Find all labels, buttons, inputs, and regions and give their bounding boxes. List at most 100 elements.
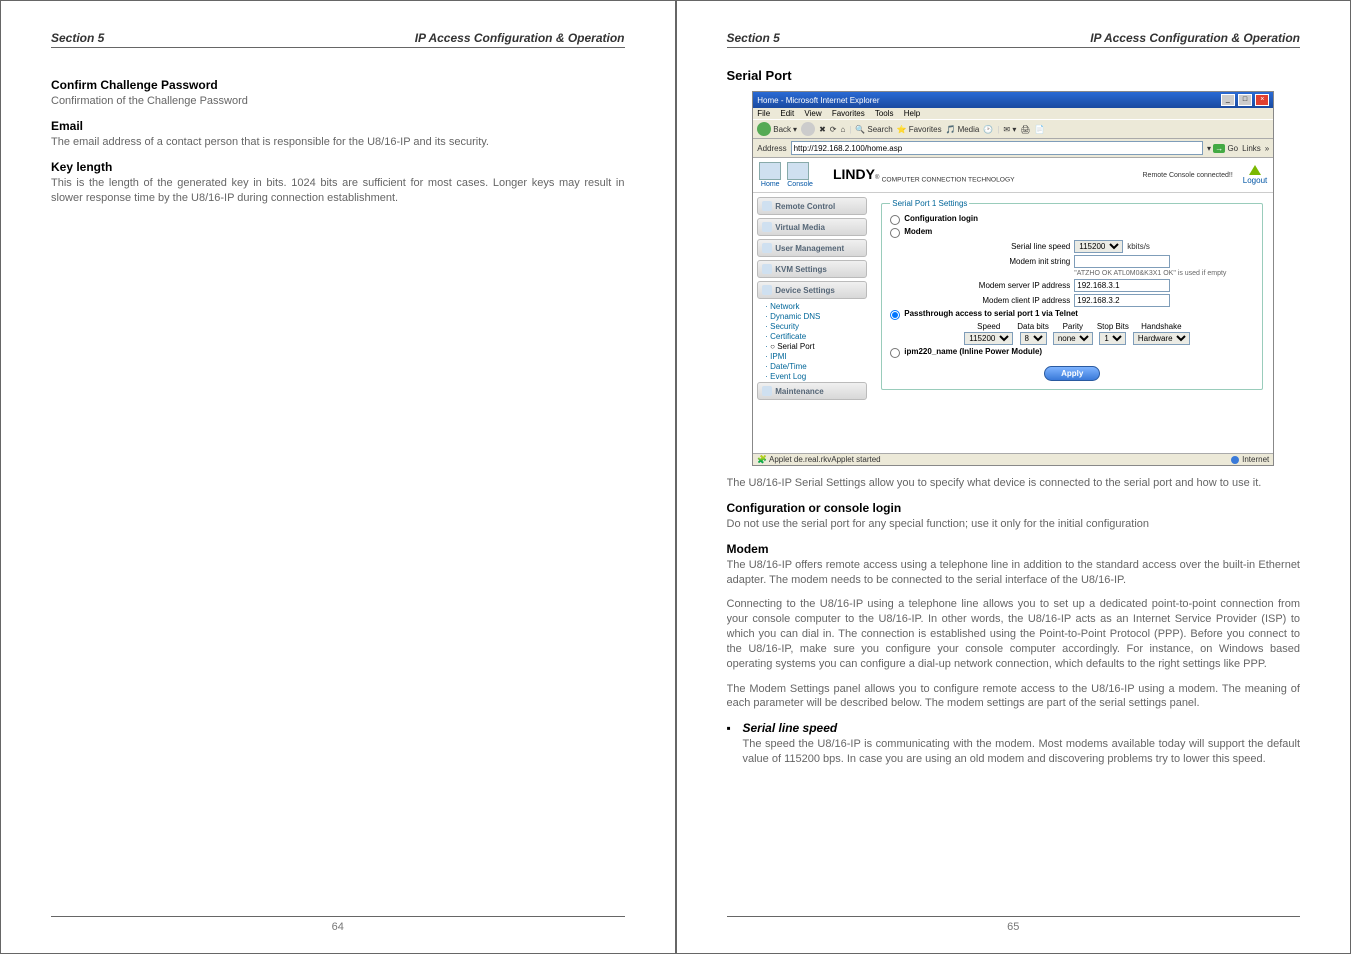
nav-date-time[interactable]: Date/Time [757, 362, 867, 371]
menu-view[interactable]: View [804, 109, 821, 118]
window-title: Home - Microsoft Internet Explorer [757, 96, 879, 105]
nav-event-log[interactable]: Event Log [757, 372, 867, 381]
header-section: Section 5 [51, 31, 104, 45]
section-title: Serial Port [727, 68, 1301, 83]
mail-button[interactable]: ✉ ▾ [1003, 125, 1016, 134]
header-title: IP Access Configuration & Operation [1090, 31, 1300, 45]
user-icon [762, 243, 772, 253]
nav-device-settings[interactable]: Device Settings [757, 281, 867, 299]
page-footer: 65 [727, 916, 1301, 933]
col-databits: Data bits [1017, 322, 1049, 331]
window-controls: _ □ × [1220, 94, 1269, 106]
radio-ipm[interactable] [890, 348, 900, 358]
logout-link[interactable]: Logout [1243, 165, 1267, 185]
device-icon [762, 285, 772, 295]
page-header: Section 5 IP Access Configuration & Oper… [51, 31, 625, 48]
remote-icon [762, 201, 772, 211]
para-keylength: This is the length of the generated key … [51, 176, 625, 206]
para-confirm: Confirmation of the Challenge Password [51, 94, 625, 109]
radio-passthrough[interactable] [890, 310, 900, 320]
option-ipm[interactable]: ipm220_name (Inline Power Module) [890, 347, 1254, 358]
menu-edit[interactable]: Edit [780, 109, 794, 118]
select-stopbits[interactable]: 1 [1099, 332, 1126, 345]
nav-ipmi[interactable]: IPMI [757, 352, 867, 361]
history-button[interactable]: 🕑 [983, 125, 993, 134]
serial-fieldset: Serial Port 1 Settings Configuration log… [881, 199, 1263, 390]
nav-certificate[interactable]: Certificate [757, 332, 867, 341]
ie-addressbar: Address ▾ → Go Links » [753, 139, 1273, 158]
ie-statusbar: 🧩 Applet de.real.rkvApplet started Inter… [753, 453, 1273, 465]
back-button[interactable]: Back ▾ [757, 122, 797, 136]
go-button[interactable]: ▾ → Go [1207, 144, 1238, 153]
nav-serial-port[interactable]: ○ Serial Port [757, 342, 867, 351]
bullet-icon: ▪ [727, 721, 735, 777]
app-header: Home Console LINDY® COMPUTER CONNECTION … [753, 158, 1273, 193]
media-button[interactable]: 🎵 Media [946, 125, 980, 134]
home-link[interactable]: Home [759, 162, 781, 188]
nav-network[interactable]: Network [757, 302, 867, 311]
address-input[interactable] [791, 141, 1203, 155]
option-modem[interactable]: Modem [890, 227, 1254, 238]
content: Confirm Challenge Password Confirmation … [51, 68, 625, 916]
option-config-login[interactable]: Configuration login [890, 214, 1254, 225]
header-section: Section 5 [727, 31, 780, 45]
close-button[interactable]: × [1255, 94, 1269, 106]
home-button[interactable]: ⌂ [840, 125, 845, 134]
input-server-ip[interactable] [1074, 279, 1170, 292]
maximize-button[interactable]: □ [1238, 94, 1252, 106]
nav-dynamic-dns[interactable]: Dynamic DNS [757, 312, 867, 321]
stop-button[interactable]: ✖ [819, 125, 826, 134]
col-speed: Speed [964, 322, 1013, 331]
menu-help[interactable]: Help [904, 109, 920, 118]
input-init-string[interactable] [1074, 255, 1170, 268]
globe-icon [1231, 456, 1239, 464]
input-client-ip[interactable] [1074, 294, 1170, 307]
radio-config[interactable] [890, 215, 900, 225]
status-zone: Internet [1231, 455, 1269, 464]
refresh-button[interactable]: ⟳ [830, 125, 837, 134]
favorites-button[interactable]: ⭐ Favorites [897, 125, 942, 134]
nav-security[interactable]: Security [757, 322, 867, 331]
menu-tools[interactable]: Tools [875, 109, 894, 118]
select-speed[interactable]: 115200 [964, 332, 1013, 345]
select-serial-speed[interactable]: 115200 [1074, 240, 1123, 253]
para-modem-b: Connecting to the U8/16-IP using a telep… [727, 597, 1301, 671]
menu-file[interactable]: File [757, 109, 770, 118]
links-label[interactable]: Links [1242, 144, 1261, 153]
search-button[interactable]: 🔍 Search [855, 125, 892, 134]
print-button[interactable]: 🖨 [1020, 125, 1030, 134]
links-chevron-icon: » [1265, 144, 1269, 153]
console-link[interactable]: Console [787, 162, 813, 188]
apply-button[interactable]: Apply [1044, 366, 1100, 381]
nav-virtual-media[interactable]: Virtual Media [757, 218, 867, 236]
sidebar: Remote Control Virtual Media User Manage… [753, 193, 871, 453]
init-hint: "ATZHO OK ATL0M0&K3X1 OK" is used if emp… [1074, 270, 1254, 277]
select-databits[interactable]: 8 [1020, 332, 1047, 345]
nav-remote-control[interactable]: Remote Control [757, 197, 867, 215]
select-parity[interactable]: none [1053, 332, 1093, 345]
label-init-string: Modem init string [960, 257, 1070, 266]
status-text: Remote Console connected!! [1143, 172, 1233, 179]
intro: The U8/16-IP Serial Settings allow you t… [727, 476, 1301, 491]
option-passthrough[interactable]: Passthrough access to serial port 1 via … [890, 309, 1254, 320]
kvm-icon [762, 264, 772, 274]
nav-maintenance[interactable]: Maintenance [757, 382, 867, 400]
para-email: The email address of a contact person th… [51, 135, 625, 150]
edit-button[interactable]: 📄 [1035, 125, 1045, 134]
address-label: Address [757, 144, 786, 153]
status-applet: 🧩 Applet de.real.rkvApplet started [757, 455, 880, 464]
forward-button[interactable] [801, 122, 815, 136]
radio-modem[interactable] [890, 228, 900, 238]
nav-kvm-settings[interactable]: KVM Settings [757, 260, 867, 278]
para-modem-a: The U8/16-IP offers remote access using … [727, 558, 1301, 588]
para-config: Do not use the serial port for any speci… [727, 517, 1301, 532]
nav-user-management[interactable]: User Management [757, 239, 867, 257]
page-right: Section 5 IP Access Configuration & Oper… [676, 0, 1351, 954]
select-handshake[interactable]: Hardware [1133, 332, 1190, 345]
logo: LINDY® COMPUTER CONNECTION TECHNOLOGY [833, 166, 1015, 184]
ie-toolbar: Back ▾ ✖ ⟳ ⌂ | 🔍 Search ⭐ Favorites 🎵 Me… [753, 119, 1273, 139]
fieldset-legend: Serial Port 1 Settings [890, 199, 969, 208]
menu-favorites[interactable]: Favorites [832, 109, 865, 118]
main-panel: Serial Port 1 Settings Configuration log… [871, 193, 1273, 453]
minimize-button[interactable]: _ [1221, 94, 1235, 106]
